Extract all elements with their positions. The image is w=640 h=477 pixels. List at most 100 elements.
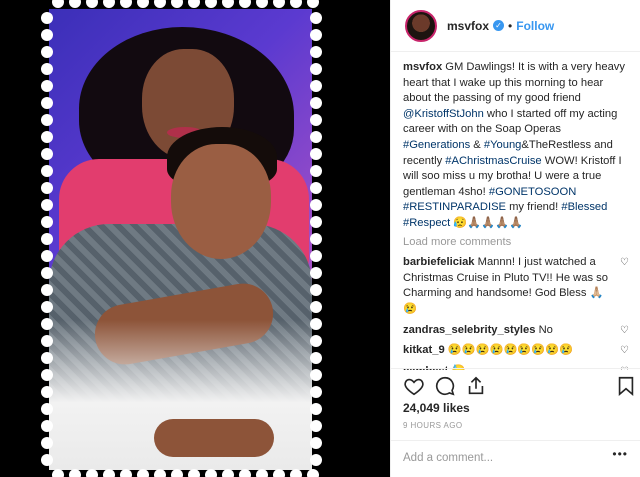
caption-hashtag-link[interactable]: #Respect <box>403 217 450 229</box>
comment-like-heart-icon[interactable]: ♡ <box>620 345 631 356</box>
stamp-edge-dot <box>290 0 302 8</box>
stamp-edge-dot <box>41 301 53 313</box>
load-more-comments-button[interactable]: Load more comments <box>403 235 631 251</box>
comment-text: 😢😢😢😢😢😢😢😢😢 <box>444 344 574 357</box>
post-caption: msvfox GM Dawlings! It is with a very he… <box>403 60 631 232</box>
stamp-edge-dot <box>137 0 149 8</box>
caption-text: 😥🙏🏽🙏🏽🙏🏽🙏🏽 <box>450 216 524 229</box>
stamp-edge-dot <box>310 114 322 126</box>
caption-hashtag-link[interactable]: #Blessed <box>561 201 607 213</box>
stamp-edge-dot <box>41 284 53 296</box>
stamp-edge-dot <box>41 233 53 245</box>
stamp-edge-dot <box>41 97 53 109</box>
separator-dot: • <box>508 18 513 33</box>
stamp-edge-dot <box>41 352 53 364</box>
stamp-edge-dot <box>310 454 322 466</box>
stamp-edge-dot <box>41 80 53 92</box>
post-actions-bar <box>391 368 640 400</box>
stamp-edge-dot <box>310 335 322 347</box>
stamp-edge-dot <box>307 469 319 477</box>
comment-item: zandras_selebrity_styles No ♡ <box>403 323 631 339</box>
stamp-edge-dot <box>310 216 322 228</box>
caption-hashtag-link[interactable]: @KristoffStJohn <box>403 108 484 120</box>
stamp-edge-dot <box>256 0 268 8</box>
stamp-edge-dot <box>41 216 53 228</box>
stamp-edge-dot <box>41 182 53 194</box>
post-photo-panel <box>0 0 390 477</box>
photo-man-hand <box>154 419 274 457</box>
post-header: msvfox ✓ • Follow <box>391 0 640 52</box>
stamp-edge-dot <box>256 469 268 477</box>
stamp-edge-dot <box>120 469 132 477</box>
stamp-edge-dot <box>120 0 132 8</box>
stamp-edge-dot <box>307 0 319 8</box>
stamp-edge-dot <box>310 199 322 211</box>
stamp-edge-dot <box>310 46 322 58</box>
comment-text: No <box>535 323 553 336</box>
stamp-edge-dot <box>52 0 64 8</box>
stamp-edge-dot <box>52 469 64 477</box>
instagram-post-view: msvfox ✓ • Follow msvfox GM Dawlings! It… <box>0 0 640 477</box>
comment-like-heart-icon[interactable]: ♡ <box>620 257 631 268</box>
stamp-edge-dot <box>310 165 322 177</box>
comment-username[interactable]: zandras_selebrity_styles <box>403 324 535 336</box>
stamp-edge-dot <box>310 318 322 330</box>
caption-hashtag-link[interactable]: #GONETOSOON <box>489 186 576 198</box>
post-side-panel: msvfox ✓ • Follow msvfox GM Dawlings! It… <box>390 0 640 477</box>
stamp-edge-dot <box>41 369 53 381</box>
post-username[interactable]: msvfox <box>447 19 489 33</box>
caption-username[interactable]: msvfox <box>403 61 442 73</box>
stamp-edge-dot <box>41 318 53 330</box>
stamp-edge-dot <box>310 131 322 143</box>
bookmark-icon[interactable] <box>615 375 637 397</box>
stamp-edge-dot <box>188 469 200 477</box>
more-options-button[interactable]: ••• <box>612 447 628 461</box>
stamp-edge-dot <box>310 437 322 449</box>
stamp-edge-dot <box>41 386 53 398</box>
stamp-edge-dot <box>310 301 322 313</box>
comment-item: barbiefeliciak Mannn! I just watched a C… <box>403 255 631 317</box>
post-time[interactable]: 9 HOURS AGO <box>403 421 463 430</box>
stamp-edge-dot <box>310 403 322 415</box>
caption-hashtag-link[interactable]: #AChristmasCruise <box>445 155 541 167</box>
stamp-edge-dot <box>41 403 53 415</box>
stamp-edge-dot <box>188 0 200 8</box>
comment-items: barbiefeliciak Mannn! I just watched a C… <box>403 255 631 370</box>
stamp-edge-dot <box>41 454 53 466</box>
follow-button[interactable]: Follow <box>516 19 554 33</box>
stamp-edge-dot <box>310 284 322 296</box>
share-icon[interactable] <box>465 375 487 397</box>
verified-badge-icon: ✓ <box>493 20 505 31</box>
stamp-edge-dot <box>41 250 53 262</box>
stamp-edge-dot <box>310 63 322 75</box>
stamp-edge-dot <box>290 469 302 477</box>
heart-icon[interactable] <box>403 375 425 397</box>
comment-username[interactable]: barbiefeliciak <box>403 256 475 268</box>
stamp-edge-dot <box>310 182 322 194</box>
stamp-edge-dot <box>137 469 149 477</box>
caption-hashtag-link[interactable]: #RESTINPARADISE <box>403 201 506 213</box>
stamp-edge-dot <box>310 97 322 109</box>
stamp-edge-dot <box>41 420 53 432</box>
stamp-edge-dot <box>222 0 234 8</box>
stamp-edge-dot <box>310 29 322 41</box>
post-photo[interactable] <box>49 9 312 470</box>
add-comment-input[interactable]: Add a comment... <box>391 440 640 477</box>
comment-icon[interactable] <box>434 375 456 397</box>
stamp-edge-dot <box>310 386 322 398</box>
comment-like-heart-icon[interactable]: ♡ <box>620 325 631 336</box>
stamp-edge-dot <box>310 148 322 160</box>
avatar[interactable] <box>405 9 437 42</box>
stamp-edge-dot <box>310 352 322 364</box>
stamp-edge-dot <box>205 469 217 477</box>
stamp-edge-dot <box>239 469 251 477</box>
stamp-edge-dot <box>154 0 166 8</box>
caption-hashtag-link[interactable]: #Young <box>484 139 522 151</box>
comment-username[interactable]: kitkat_9 <box>403 344 445 356</box>
stamp-edge-dot <box>205 0 217 8</box>
stamp-edge-dot <box>310 233 322 245</box>
likes-count[interactable]: 24,049 likes <box>403 401 470 415</box>
caption-hashtag-link[interactable]: #Generations <box>403 139 470 151</box>
stamp-edge-dot <box>310 12 322 24</box>
caption-text: my friend! <box>506 201 562 214</box>
